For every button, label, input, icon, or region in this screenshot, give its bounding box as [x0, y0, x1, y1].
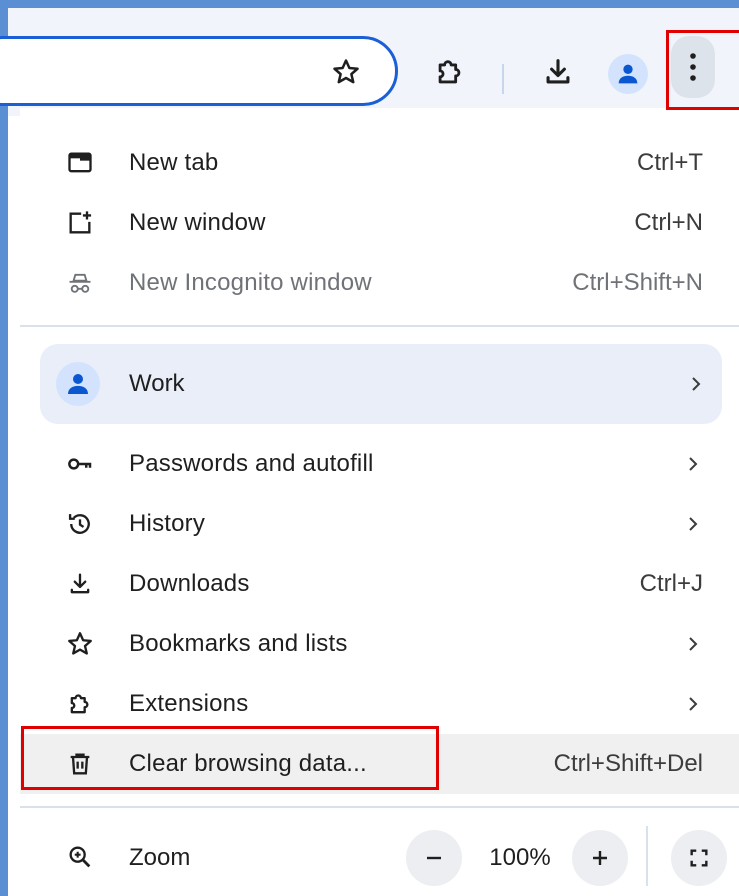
incognito-icon: [64, 267, 96, 299]
profile-card-work[interactable]: Work: [40, 344, 722, 424]
chrome-main-menu: New tab Ctrl+T New window Ctrl+N New Inc…: [20, 108, 739, 896]
bookmark-star-icon[interactable]: [326, 52, 366, 92]
new-window-icon: [64, 207, 96, 239]
profile-name: Work: [129, 370, 185, 397]
chevron-right-icon: [689, 637, 698, 651]
menu-item-clear-browsing-data[interactable]: Clear browsing data... Ctrl+Shift+Del: [20, 734, 739, 794]
fullscreen-icon: [690, 849, 708, 867]
profile-avatar-button[interactable]: [608, 54, 648, 94]
menu-item-shortcut: Ctrl+T: [637, 149, 703, 176]
plus-icon: [593, 851, 607, 865]
menu-item-new-tab[interactable]: New tab Ctrl+T: [20, 133, 739, 193]
zoom-icon: [64, 841, 96, 873]
fullscreen-button[interactable]: [671, 830, 727, 886]
browser-toolbar: [0, 8, 739, 116]
minus-icon: [427, 856, 441, 860]
menu-item-label: New window: [129, 209, 266, 236]
menu-item-label: History: [129, 510, 206, 537]
menu-item-shortcut: Ctrl+Shift+N: [572, 269, 703, 296]
chevron-right-icon: [692, 377, 701, 391]
more-vert-icon[interactable]: [671, 36, 715, 98]
menu-item-bookmarks-and-lists[interactable]: Bookmarks and lists: [20, 614, 739, 674]
zoom-level: 100%: [489, 844, 551, 871]
zoom-controls: Zoom 100%: [20, 818, 739, 896]
menu-item-label: New tab: [129, 149, 219, 176]
browser-window: New tab Ctrl+T New window Ctrl+N New Inc…: [0, 8, 739, 896]
menu-item-label: Clear browsing data...: [129, 750, 367, 777]
menu-item-shortcut: Ctrl+J: [639, 570, 703, 597]
menu-item-downloads[interactable]: Downloads Ctrl+J: [20, 554, 739, 614]
menu-item-shortcut: Ctrl+N: [634, 209, 703, 236]
zoom-out-button[interactable]: [406, 830, 462, 886]
profile-icon: [68, 374, 88, 394]
key-icon: [64, 448, 96, 480]
trash-icon: [64, 748, 96, 780]
menu-item-new-window[interactable]: New window Ctrl+N: [20, 193, 739, 253]
menu-item-passwords-and-autofill[interactable]: Passwords and autofill: [20, 434, 739, 494]
menu-item-label: Extensions: [129, 690, 249, 717]
history-icon: [64, 508, 96, 540]
menu-item-shortcut: Ctrl+Shift+Del: [553, 750, 703, 777]
download-icon[interactable]: [536, 50, 580, 94]
extensions-icon[interactable]: [428, 50, 472, 94]
menu-item-new-incognito-window[interactable]: New Incognito window Ctrl+Shift+N: [20, 253, 739, 313]
menu-divider: [20, 325, 739, 327]
download-icon: [64, 568, 96, 600]
menu-item-label: Bookmarks and lists: [129, 630, 348, 657]
zoom-in-button[interactable]: [572, 830, 628, 886]
toolbar-separator: [502, 64, 504, 94]
menu-item-label: Downloads: [129, 570, 250, 597]
chevron-right-icon: [689, 517, 698, 531]
menu-item-label: New Incognito window: [129, 269, 372, 296]
zoom-label: Zoom: [129, 844, 191, 871]
chevron-right-icon: [689, 457, 698, 471]
profile-avatar: [56, 362, 100, 406]
zoom-separator: [646, 826, 648, 886]
star-icon: [64, 628, 96, 660]
menu-item-label: Passwords and autofill: [129, 450, 374, 477]
extensions-icon: [64, 688, 96, 720]
menu-item-extensions[interactable]: Extensions: [20, 674, 739, 734]
menu-item-history[interactable]: History: [20, 494, 739, 554]
new-tab-icon: [64, 147, 96, 179]
chevron-right-icon: [689, 697, 698, 711]
menu-divider: [20, 806, 739, 808]
profile-icon: [618, 64, 638, 84]
